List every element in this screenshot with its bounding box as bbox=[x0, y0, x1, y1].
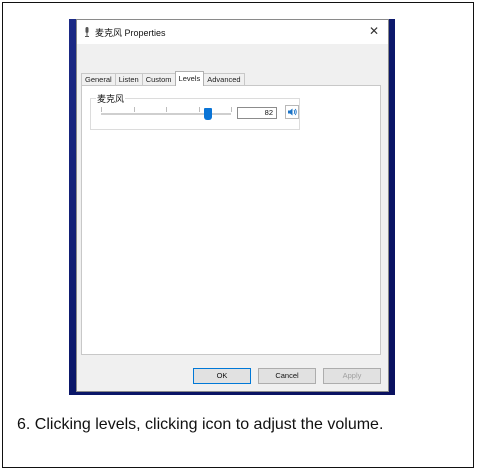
title-bar[interactable]: 麦克风 Properties ✕ bbox=[77, 20, 388, 44]
figure-frame: 麦克风 Properties ✕ General Listen Custom L… bbox=[2, 2, 474, 468]
speaker-icon bbox=[288, 108, 297, 116]
close-icon: ✕ bbox=[368, 24, 380, 38]
levels-panel: 麦克风 82 bbox=[81, 85, 381, 355]
microphone-icon bbox=[85, 27, 89, 37]
ok-button[interactable]: OK bbox=[193, 368, 251, 384]
level-value-field[interactable]: 82 bbox=[237, 107, 277, 119]
dialog-buttons: OK Cancel Apply bbox=[77, 368, 388, 386]
device-label: 麦克风 bbox=[96, 92, 126, 105]
cancel-button[interactable]: Cancel bbox=[258, 368, 316, 384]
slider-thumb[interactable] bbox=[203, 108, 212, 120]
properties-dialog: 麦克风 Properties ✕ General Listen Custom L… bbox=[76, 19, 389, 392]
step-caption: 6. Clicking levels, clicking icon to adj… bbox=[17, 416, 384, 433]
close-button[interactable]: ✕ bbox=[366, 23, 382, 39]
mute-toggle-button[interactable] bbox=[285, 105, 299, 119]
tab-levels[interactable]: Levels bbox=[174, 71, 205, 86]
volume-slider[interactable] bbox=[101, 107, 232, 121]
apply-button[interactable]: Apply bbox=[323, 368, 381, 384]
dialog-title: 麦克风 Properties bbox=[95, 28, 166, 38]
microphone-level-group: 麦克风 82 bbox=[90, 92, 300, 130]
desktop-screenshot: 麦克风 Properties ✕ General Listen Custom L… bbox=[69, 19, 395, 395]
tab-strip: General Listen Custom Levels Advanced bbox=[81, 71, 245, 86]
